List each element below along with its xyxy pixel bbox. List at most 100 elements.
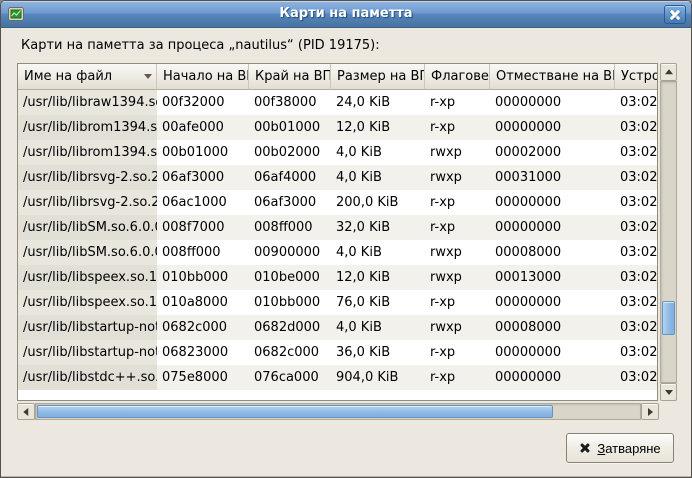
table-cell: 0682c000 <box>157 315 249 340</box>
column-header[interactable]: Край на ВП <box>249 64 331 90</box>
column-header[interactable]: Флагове <box>425 64 490 90</box>
table-cell: /usr/lib/librom1394.so <box>18 140 157 165</box>
memory-maps-table: Име на файлНачало на ВП Край на ВПРазмер … <box>17 63 658 401</box>
column-header-label: Край на ВП <box>255 69 331 84</box>
table-cell: /usr/lib/libstartup-noti <box>18 340 157 365</box>
table-cell: 010bb000 <box>249 290 331 315</box>
table-cell: 00031000 <box>490 165 615 190</box>
table-cell: 076ca000 <box>249 365 331 390</box>
table-cell: 0682c000 <box>249 340 331 365</box>
table-cell: 00008000 <box>490 315 615 340</box>
table-cell: /usr/lib/libspeex.so.1 <box>18 290 157 315</box>
scroll-right-button[interactable] <box>641 403 659 420</box>
table-cell: 4,0 KiB <box>331 315 425 340</box>
table-cell: /usr/lib/libstartup-noti <box>18 315 157 340</box>
table-row[interactable]: /usr/lib/librsvg-2.so.206ac100006af30002… <box>18 190 658 215</box>
table-cell: 008ff000 <box>157 240 249 265</box>
scroll-down-button[interactable] <box>660 383 677 401</box>
table-cell: r-xp <box>425 365 490 390</box>
table-cell: 00b02000 <box>249 140 331 165</box>
table-cell: 00b01000 <box>157 140 249 165</box>
column-header[interactable]: Начало на ВП <box>157 64 249 90</box>
table-cell: 4,0 KiB <box>331 240 425 265</box>
table-cell: 010be000 <box>249 265 331 290</box>
table-cell: 03:02 <box>615 215 658 240</box>
column-header[interactable]: Размер на ВП <box>331 64 425 90</box>
table-cell: r-xp <box>425 340 490 365</box>
table-cell: /usr/lib/libspeex.so.1 <box>18 265 157 290</box>
table-cell: 03:02 <box>615 90 658 115</box>
table-cell: 24,0 KiB <box>331 90 425 115</box>
table-body: /usr/lib/libraw1394.so00f3200000f3800024… <box>18 90 658 390</box>
table-cell: 06823000 <box>157 340 249 365</box>
table-cell: 76,0 KiB <box>331 290 425 315</box>
table-row[interactable]: /usr/lib/libSM.so.6.0.0008f7000008ff0003… <box>18 215 658 240</box>
table-cell: 00f38000 <box>249 90 331 115</box>
memory-maps-dialog: Карти на паметта Карти на паметта за про… <box>0 0 692 478</box>
table-cell: 4,0 KiB <box>331 165 425 190</box>
table-cell: 00b01000 <box>249 115 331 140</box>
table-cell: 03:02 <box>615 190 658 215</box>
table-row[interactable]: /usr/lib/libspeex.so.1010bb000010be00012… <box>18 265 658 290</box>
table-cell: rwxp <box>425 315 490 340</box>
window-title: Карти на паметта <box>1 1 691 28</box>
table-row[interactable]: /usr/lib/libraw1394.so00f3200000f3800024… <box>18 90 658 115</box>
table-cell: rwxp <box>425 140 490 165</box>
table-cell: 4,0 KiB <box>331 140 425 165</box>
table-cell: 03:02 <box>615 340 658 365</box>
horizontal-scroll-trough[interactable] <box>35 403 641 420</box>
table-cell: 03:02 <box>615 365 658 390</box>
table-cell: /usr/lib/libstdc++.so.6 <box>18 365 157 390</box>
table-row[interactable]: /usr/lib/libstartup-noti0682c0000682d000… <box>18 315 658 340</box>
table-cell: 36,0 KiB <box>331 340 425 365</box>
window-close-button[interactable] <box>664 5 686 24</box>
table-cell: /usr/lib/librom1394.so <box>18 115 157 140</box>
column-header[interactable]: Име на файл <box>18 64 157 90</box>
table-cell: /usr/lib/libSM.so.6.0.0 <box>18 240 157 265</box>
table-row[interactable]: /usr/lib/librsvg-2.so.206af300006af40004… <box>18 165 658 190</box>
table-row[interactable]: /usr/lib/libstdc++.so.6075e8000076ca0009… <box>18 365 658 390</box>
table-cell: 32,0 KiB <box>331 215 425 240</box>
table-row[interactable]: /usr/lib/librom1394.so00b0100000b020004,… <box>18 140 658 165</box>
table-cell: 03:02 <box>615 165 658 190</box>
table-cell: 03:02 <box>615 115 658 140</box>
vertical-scrollbar[interactable] <box>660 63 677 401</box>
table-cell: 12,0 KiB <box>331 115 425 140</box>
table-cell: r-xp <box>425 190 490 215</box>
table-row[interactable]: /usr/lib/librom1394.so00afe00000b0100012… <box>18 115 658 140</box>
column-header[interactable]: Отместване на ВП <box>490 64 615 90</box>
close-x-icon <box>579 443 590 454</box>
column-header[interactable]: Устройство <box>615 64 658 90</box>
table-cell: 008ff000 <box>249 215 331 240</box>
table-cell: 00000000 <box>490 190 615 215</box>
scroll-up-button[interactable] <box>660 63 677 81</box>
column-header-label: Устройство <box>621 69 658 84</box>
close-dialog-button[interactable]: Затваряне <box>566 433 674 463</box>
table-row[interactable]: /usr/lib/libSM.so.6.0.0008ff000009000004… <box>18 240 658 265</box>
table-cell: 00000000 <box>490 290 615 315</box>
table-cell: 075e8000 <box>157 365 249 390</box>
arrow-right-icon <box>648 408 653 416</box>
table-cell: /usr/lib/librsvg-2.so.2 <box>18 165 157 190</box>
table-cell: 06af3000 <box>249 190 331 215</box>
titlebar[interactable]: Карти на паметта <box>1 1 691 28</box>
table-row[interactable]: /usr/lib/libstartup-noti068230000682c000… <box>18 340 658 365</box>
scroll-left-button[interactable] <box>17 403 35 420</box>
vertical-scroll-trough[interactable] <box>660 81 677 383</box>
table-cell: 03:02 <box>615 240 658 265</box>
table-row[interactable]: /usr/lib/libspeex.so.1010a8000010bb00076… <box>18 290 658 315</box>
table-cell: 00013000 <box>490 265 615 290</box>
table-cell: 06af4000 <box>249 165 331 190</box>
table-cell: rwxp <box>425 165 490 190</box>
table-cell: 00000000 <box>490 90 615 115</box>
vertical-scroll-thumb[interactable] <box>662 301 675 335</box>
table-cell: rwxp <box>425 240 490 265</box>
table-header-row: Име на файлНачало на ВП Край на ВПРазмер … <box>18 64 658 90</box>
horizontal-scrollbar[interactable] <box>17 403 659 420</box>
table-cell: 03:02 <box>615 290 658 315</box>
column-header-label: Флагове <box>431 69 489 84</box>
arrow-down-icon <box>665 390 673 395</box>
table-cell: 0682d000 <box>249 315 331 340</box>
horizontal-scroll-thumb[interactable] <box>37 405 553 418</box>
table-cell: 00000000 <box>490 115 615 140</box>
